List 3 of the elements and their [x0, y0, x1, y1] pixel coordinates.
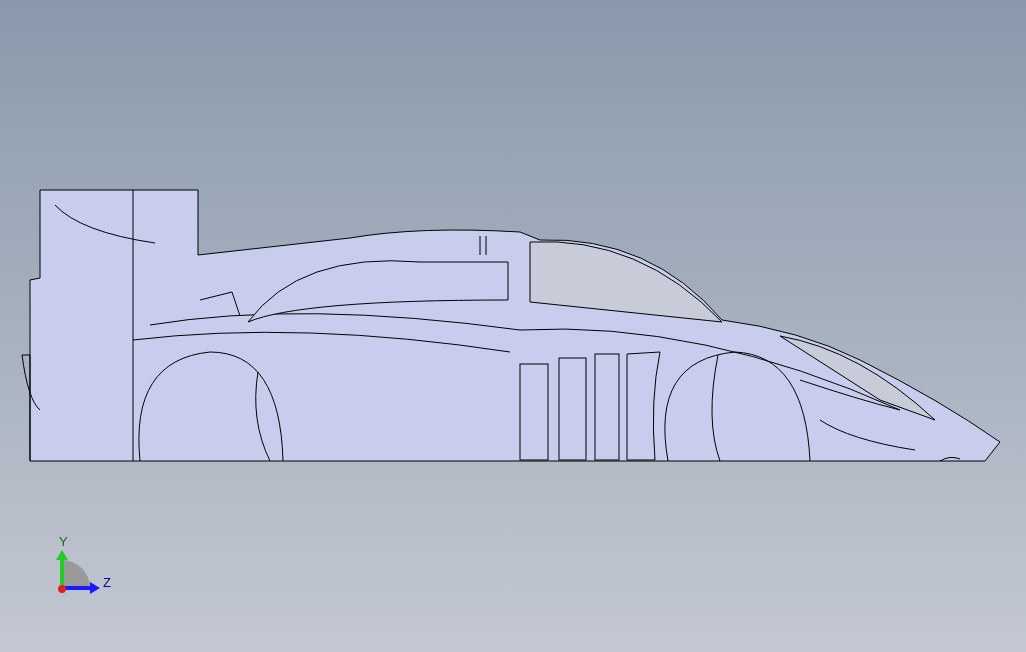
- origin-dot: [58, 585, 66, 593]
- axis-label: Y: [59, 534, 68, 549]
- axis-label: Z: [103, 575, 111, 590]
